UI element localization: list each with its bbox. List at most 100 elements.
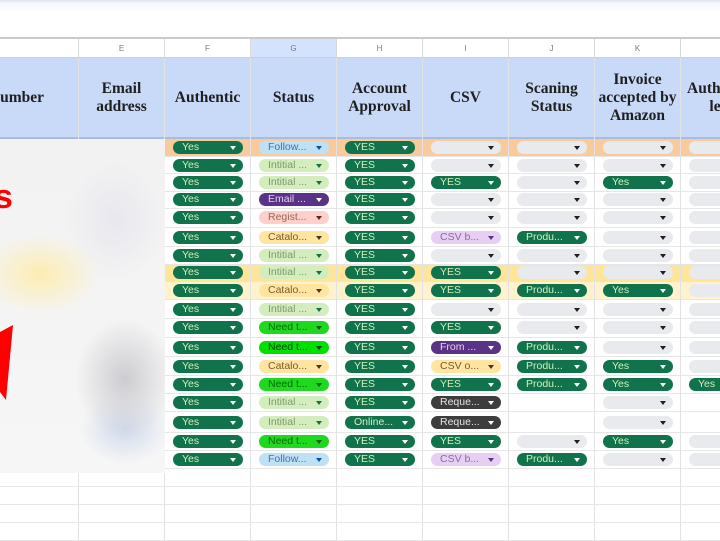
invoice-accepted-dropdown[interactable] [603,416,673,429]
auth-letter-dropdown[interactable] [689,453,720,466]
dropdown-arrow-icon[interactable] [574,365,580,369]
dropdown-arrow-icon[interactable] [660,254,666,258]
account-approval-dropdown[interactable]: YES [345,266,415,279]
csv-dropdown[interactable]: YES [431,378,501,391]
dropdown-arrow-icon[interactable] [230,216,236,220]
authentic-dropdown[interactable]: Yes [173,249,243,262]
header-col-e[interactable]: Email address [79,58,165,137]
dropdown-arrow-icon[interactable] [488,346,494,350]
account-approval-dropdown[interactable]: YES [345,453,415,466]
account-approval-dropdown[interactable]: YES [345,193,415,206]
dropdown-arrow-icon[interactable] [316,236,322,240]
dropdown-arrow-icon[interactable] [316,401,322,405]
header-col-d[interactable]: umber [0,58,79,137]
dropdown-arrow-icon[interactable] [660,216,666,220]
empty-row[interactable] [0,469,720,487]
status-dropdown[interactable]: Need t... [259,341,329,354]
dropdown-arrow-icon[interactable] [230,440,236,444]
dropdown-arrow-icon[interactable] [488,181,494,185]
status-dropdown[interactable]: Need t... [259,321,329,334]
dropdown-arrow-icon[interactable] [488,198,494,202]
dropdown-arrow-icon[interactable] [488,254,494,258]
status-dropdown[interactable]: Email ... [259,193,329,206]
scanning-status-dropdown[interactable] [517,176,587,189]
invoice-accepted-dropdown[interactable] [603,453,673,466]
dropdown-arrow-icon[interactable] [660,401,666,405]
column-letter-F[interactable]: F [165,39,251,58]
csv-dropdown[interactable]: YES [431,321,501,334]
csv-dropdown[interactable]: CSV b... [431,453,501,466]
dropdown-arrow-icon[interactable] [230,181,236,185]
account-approval-dropdown[interactable]: YES [345,321,415,334]
dropdown-arrow-icon[interactable] [660,458,666,462]
dropdown-arrow-icon[interactable] [660,236,666,240]
dropdown-arrow-icon[interactable] [660,146,666,150]
dropdown-arrow-icon[interactable] [230,289,236,293]
dropdown-arrow-icon[interactable] [574,181,580,185]
dropdown-arrow-icon[interactable] [402,216,408,220]
dropdown-arrow-icon[interactable] [402,198,408,202]
csv-dropdown[interactable] [431,141,501,154]
scanning-status-dropdown[interactable] [517,321,587,334]
dropdown-arrow-icon[interactable] [660,346,666,350]
account-approval-dropdown[interactable]: YES [345,284,415,297]
account-approval-dropdown[interactable]: YES [345,378,415,391]
status-dropdown[interactable]: Intitial ... [259,416,329,429]
header-col-f[interactable]: Authentic [165,58,251,137]
csv-dropdown[interactable]: YES [431,284,501,297]
auth-letter-dropdown[interactable] [689,176,720,189]
dropdown-arrow-icon[interactable] [660,181,666,185]
dropdown-arrow-icon[interactable] [660,326,666,330]
dropdown-arrow-icon[interactable] [488,308,494,312]
invoice-accepted-dropdown[interactable] [603,266,673,279]
authentic-dropdown[interactable]: Yes [173,303,243,316]
scanning-status-dropdown[interactable] [517,141,587,154]
dropdown-arrow-icon[interactable] [316,271,322,275]
authentic-dropdown[interactable]: Yes [173,141,243,154]
dropdown-arrow-icon[interactable] [574,383,580,387]
dropdown-arrow-icon[interactable] [488,326,494,330]
invoice-accepted-dropdown[interactable] [603,303,673,316]
dropdown-arrow-icon[interactable] [574,271,580,275]
dropdown-arrow-icon[interactable] [230,421,236,425]
authentic-dropdown[interactable]: Yes [173,453,243,466]
dropdown-arrow-icon[interactable] [316,198,322,202]
dropdown-arrow-icon[interactable] [402,383,408,387]
dropdown-arrow-icon[interactable] [316,308,322,312]
dropdown-arrow-icon[interactable] [488,383,494,387]
csv-dropdown[interactable]: CSV o... [431,360,501,373]
status-dropdown[interactable]: Intitial ... [259,266,329,279]
scanning-status-dropdown[interactable]: Produ... [517,341,587,354]
account-approval-dropdown[interactable]: YES [345,303,415,316]
dropdown-arrow-icon[interactable] [660,383,666,387]
invoice-accepted-dropdown[interactable]: Yes [603,284,673,297]
dropdown-arrow-icon[interactable] [660,440,666,444]
dropdown-arrow-icon[interactable] [402,326,408,330]
scanning-status-dropdown[interactable]: Produ... [517,378,587,391]
auth-letter-dropdown[interactable] [689,341,720,354]
auth-letter-dropdown[interactable] [689,284,720,297]
scanning-status-dropdown[interactable] [517,159,587,172]
dropdown-arrow-icon[interactable] [316,254,322,258]
dropdown-arrow-icon[interactable] [402,365,408,369]
dropdown-arrow-icon[interactable] [316,421,322,425]
csv-dropdown[interactable]: YES [431,176,501,189]
dropdown-arrow-icon[interactable] [402,346,408,350]
csv-dropdown[interactable]: YES [431,435,501,448]
auth-letter-dropdown[interactable] [689,321,720,334]
status-dropdown[interactable]: Intitial ... [259,159,329,172]
column-letter-J[interactable]: J [509,39,595,58]
header-col-k[interactable]: Invoice accepted by Amazon [595,58,681,137]
dropdown-arrow-icon[interactable] [402,458,408,462]
auth-letter-dropdown[interactable] [689,360,720,373]
dropdown-arrow-icon[interactable] [316,458,322,462]
scanning-status-dropdown[interactable]: Produ... [517,231,587,244]
empty-row[interactable] [0,505,720,523]
csv-dropdown[interactable]: From ... [431,341,501,354]
header-col-h[interactable]: Account Approval [337,58,423,137]
dropdown-arrow-icon[interactable] [660,308,666,312]
auth-letter-dropdown[interactable] [689,211,720,224]
csv-dropdown[interactable]: YES [431,266,501,279]
authentic-dropdown[interactable]: Yes [173,266,243,279]
dropdown-arrow-icon[interactable] [574,146,580,150]
